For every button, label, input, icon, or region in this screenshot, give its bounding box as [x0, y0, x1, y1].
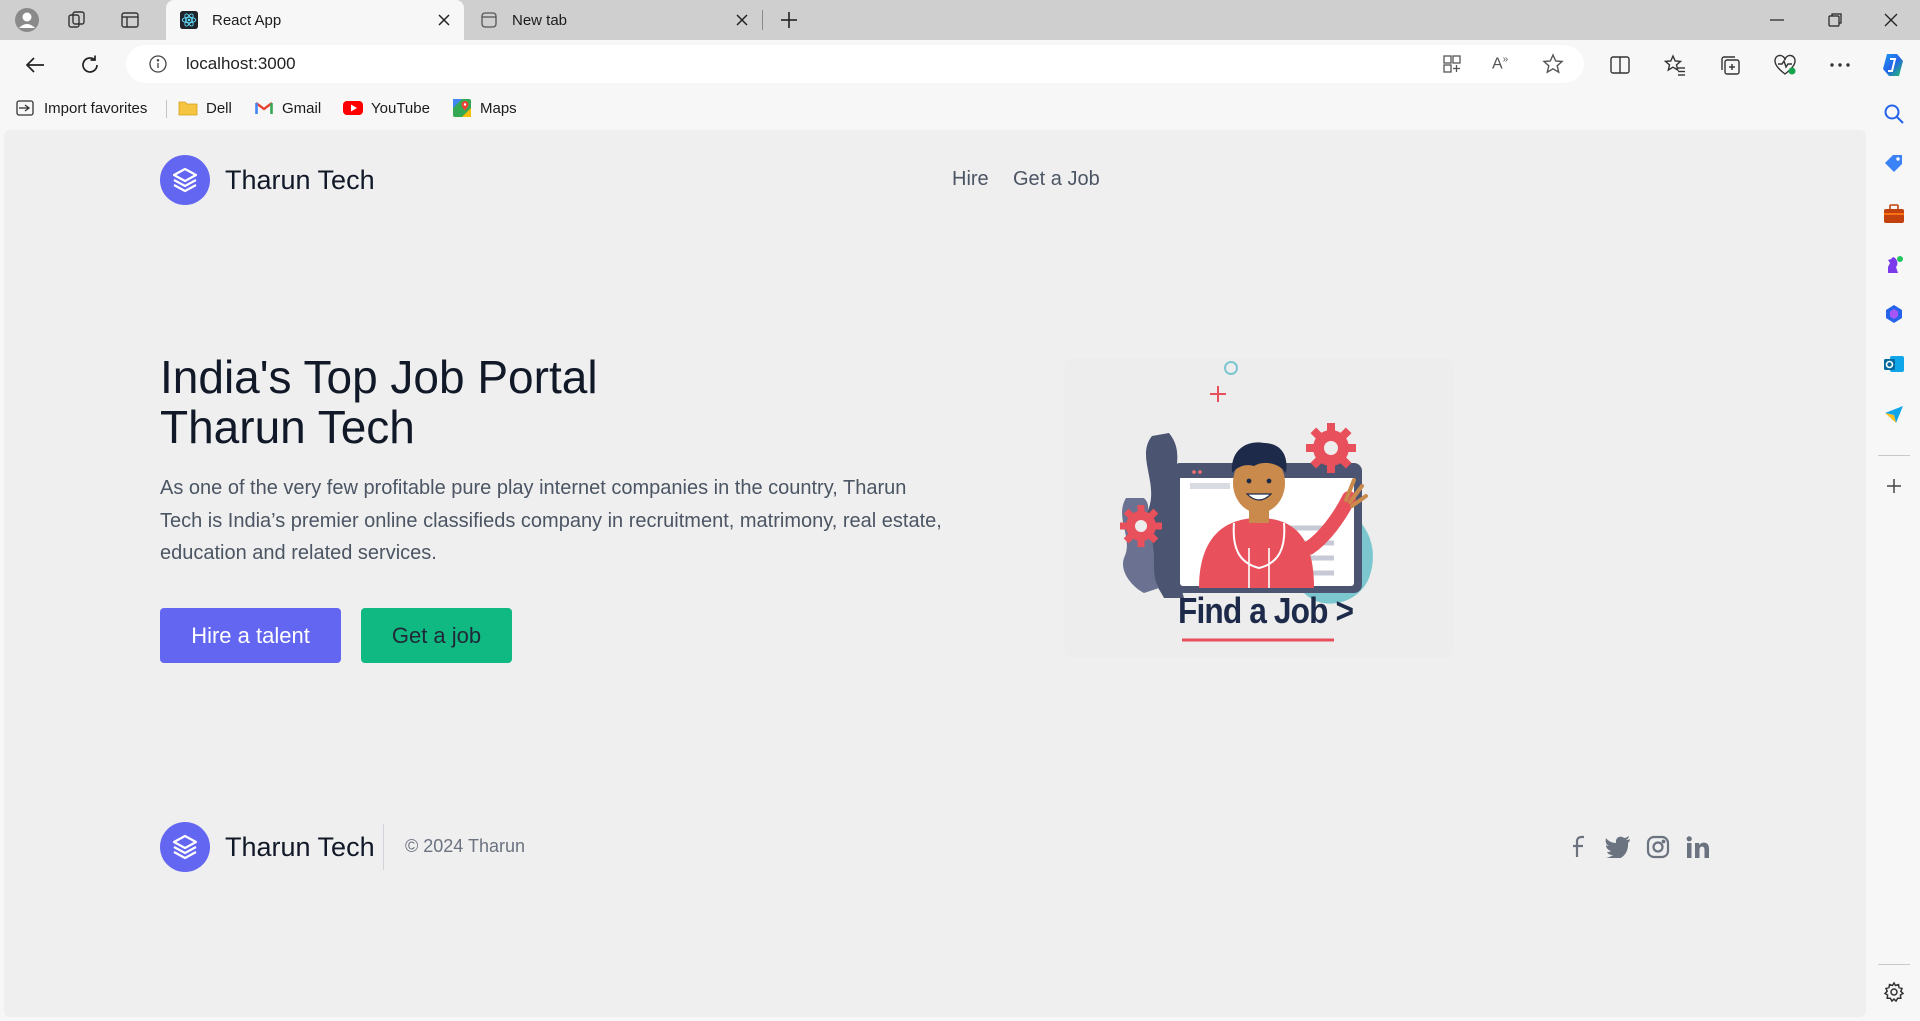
twitter-icon[interactable] — [1605, 834, 1631, 860]
close-window-icon[interactable] — [1862, 0, 1920, 40]
back-icon[interactable] — [20, 50, 50, 80]
profile-icon[interactable] — [13, 6, 41, 34]
hero-title-line-2: Tharun Tech — [160, 401, 415, 453]
new-tab-plus-icon[interactable] — [775, 6, 803, 34]
sidebar-settings-gear-icon[interactable] — [1880, 978, 1908, 1006]
import-favorites-icon — [16, 99, 36, 117]
favorites-icon[interactable] — [1660, 50, 1690, 80]
copyright-text: © 2024 Tharun — [405, 836, 526, 856]
sidebar-divider — [1878, 964, 1910, 965]
tab-title: React App — [212, 11, 282, 29]
nav-hire-link[interactable]: Hire — [952, 168, 989, 191]
gmail-icon — [254, 99, 274, 117]
folder-icon — [178, 99, 198, 117]
new-tab-page-icon — [480, 11, 498, 29]
games-chess-icon[interactable] — [1880, 250, 1908, 278]
tab-react-app[interactable]: React App — [166, 0, 464, 40]
browser-toolbar: localhost:3000 A» — [0, 40, 1920, 88]
brand-logo-icon[interactable] — [160, 155, 210, 205]
nav-get-a-job-link[interactable]: Get a Job — [1013, 168, 1100, 191]
outlook-icon[interactable] — [1880, 350, 1908, 378]
get-a-job-button[interactable]: Get a job — [361, 608, 512, 663]
drop-send-icon[interactable] — [1880, 400, 1908, 428]
find-a-job-label[interactable]: Find a Job > — [1178, 590, 1354, 632]
facebook-icon[interactable] — [1566, 834, 1592, 860]
microsoft-365-icon[interactable] — [1880, 300, 1908, 328]
bookmark-label: Dell — [206, 99, 232, 117]
tab-actions-icon[interactable] — [116, 6, 144, 34]
more-options-icon[interactable] — [1825, 50, 1855, 80]
search-icon[interactable] — [1880, 100, 1908, 128]
bookmark-label: Gmail — [282, 99, 322, 117]
shopping-tag-icon[interactable] — [1880, 150, 1908, 178]
read-aloud-icon[interactable]: A» — [1492, 54, 1508, 73]
bookmarks-bar: Import favorites Dell Gmail YouTube Maps — [0, 88, 1920, 128]
bookmark-import-favorites[interactable]: Import favorites — [16, 97, 147, 119]
bookmark-gmail[interactable]: Gmail — [254, 97, 321, 119]
workspaces-icon[interactable] — [63, 6, 91, 34]
footer-divider — [383, 824, 384, 870]
page-viewport: Tharun Tech Hire Get a Job India's Top J… — [4, 130, 1866, 1017]
restore-icon[interactable] — [1806, 0, 1864, 40]
bookmark-separator — [166, 100, 167, 118]
refresh-icon[interactable] — [75, 50, 105, 80]
address-bar[interactable]: localhost:3000 A» — [126, 45, 1584, 83]
sidebar-divider — [1878, 455, 1910, 456]
minimize-icon[interactable] — [1748, 0, 1806, 40]
tools-briefcase-icon[interactable] — [1880, 200, 1908, 228]
browser-essentials-icon[interactable] — [1770, 50, 1800, 80]
split-screen-icon[interactable] — [1605, 50, 1635, 80]
close-tab-icon[interactable] — [434, 10, 454, 30]
hero-title-line-1: India's Top Job Portal — [160, 351, 598, 403]
instagram-icon[interactable] — [1645, 834, 1671, 860]
copilot-icon[interactable] — [1878, 50, 1908, 80]
bookmark-label: Import favorites — [44, 99, 148, 117]
close-tab-icon[interactable] — [732, 10, 752, 30]
footer-logo-icon[interactable] — [160, 822, 210, 872]
favorite-star-icon[interactable] — [1542, 53, 1564, 79]
hero-description: As one of the very few profitable pure p… — [160, 477, 942, 564]
edge-sidebar — [1868, 88, 1920, 1021]
tab-separator — [762, 10, 763, 30]
bookmark-dell[interactable]: Dell — [178, 97, 232, 119]
site-info-icon[interactable] — [148, 54, 168, 78]
hire-a-talent-button[interactable]: Hire a talent — [160, 608, 341, 663]
url-text[interactable]: localhost:3000 — [186, 54, 296, 74]
collections-icon[interactable] — [1715, 50, 1745, 80]
footer-brand-name[interactable]: Tharun Tech — [225, 832, 375, 863]
bookmark-youtube[interactable]: YouTube — [343, 97, 430, 119]
hero-title: India's Top Job Portal Tharun Tech — [160, 352, 598, 452]
tab-title: New tab — [512, 11, 568, 29]
brand-name[interactable]: Tharun Tech — [225, 165, 375, 196]
app-available-icon[interactable] — [1442, 54, 1462, 78]
tab-new-tab[interactable]: New tab — [466, 0, 762, 40]
youtube-icon — [343, 99, 363, 117]
bookmark-label: YouTube — [371, 99, 430, 117]
bookmark-label: Maps — [480, 99, 517, 117]
add-sidebar-app-icon[interactable] — [1880, 472, 1908, 500]
linkedin-icon[interactable] — [1685, 834, 1711, 860]
react-logo-icon — [180, 11, 198, 29]
google-maps-icon — [452, 99, 472, 117]
bookmark-maps[interactable]: Maps — [452, 97, 517, 119]
tab-strip: React App New tab — [0, 0, 1920, 40]
